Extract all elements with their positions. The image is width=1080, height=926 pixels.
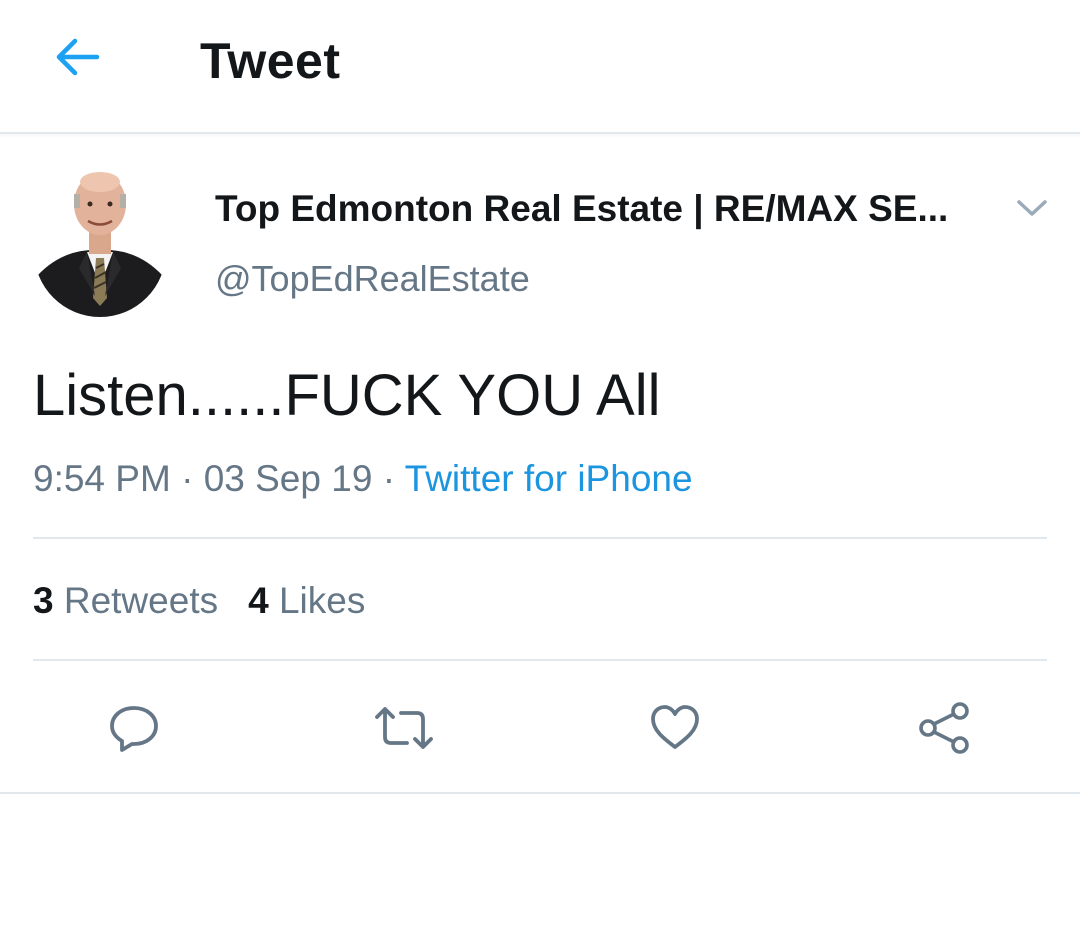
back-button[interactable]: [48, 30, 106, 88]
meta-separator: ·: [181, 458, 194, 499]
tweet-metadata: 9:54 PM · 03 Sep 19 · Twitter for iPhone: [33, 458, 693, 500]
display-name[interactable]: Top Edmonton Real Estate | RE/MAX SE...: [215, 188, 948, 230]
bottom-divider: [0, 792, 1080, 794]
divider: [33, 659, 1047, 661]
top-bar: Tweet: [0, 0, 1080, 134]
user-handle[interactable]: @TopEdRealEstate: [215, 258, 530, 300]
share-icon: [916, 700, 972, 761]
share-button[interactable]: [914, 700, 974, 760]
retweets-label: Retweets: [63, 580, 219, 621]
tweet-text: Listen......FUCK YOU All: [33, 363, 661, 428]
reply-button[interactable]: [104, 700, 164, 760]
chevron-down-icon: [1015, 197, 1049, 224]
tweet-time: 9:54 PM: [33, 458, 171, 499]
like-icon: [648, 701, 702, 760]
avatar[interactable]: [33, 168, 167, 318]
page-title: Tweet: [200, 33, 341, 89]
likes-count: 4: [248, 580, 269, 621]
tweet-date: 03 Sep 19: [203, 458, 373, 499]
reply-icon: [107, 701, 161, 760]
meta-separator: ·: [382, 458, 396, 499]
tweet-stats: 3 Retweets 4 Likes: [33, 580, 365, 622]
more-options-button[interactable]: [1012, 192, 1052, 228]
retweet-icon: [373, 701, 435, 760]
retweets-count: 3: [33, 580, 54, 621]
arrow-left-icon: [51, 31, 103, 88]
retweet-button[interactable]: [374, 700, 434, 760]
divider: [33, 537, 1047, 539]
retweets-stat[interactable]: 3 Retweets: [33, 580, 218, 622]
likes-label: Likes: [278, 580, 366, 621]
like-button[interactable]: [645, 700, 705, 760]
likes-stat[interactable]: 4 Likes: [248, 580, 365, 622]
tweet-source-link[interactable]: Twitter for iPhone: [405, 458, 693, 499]
